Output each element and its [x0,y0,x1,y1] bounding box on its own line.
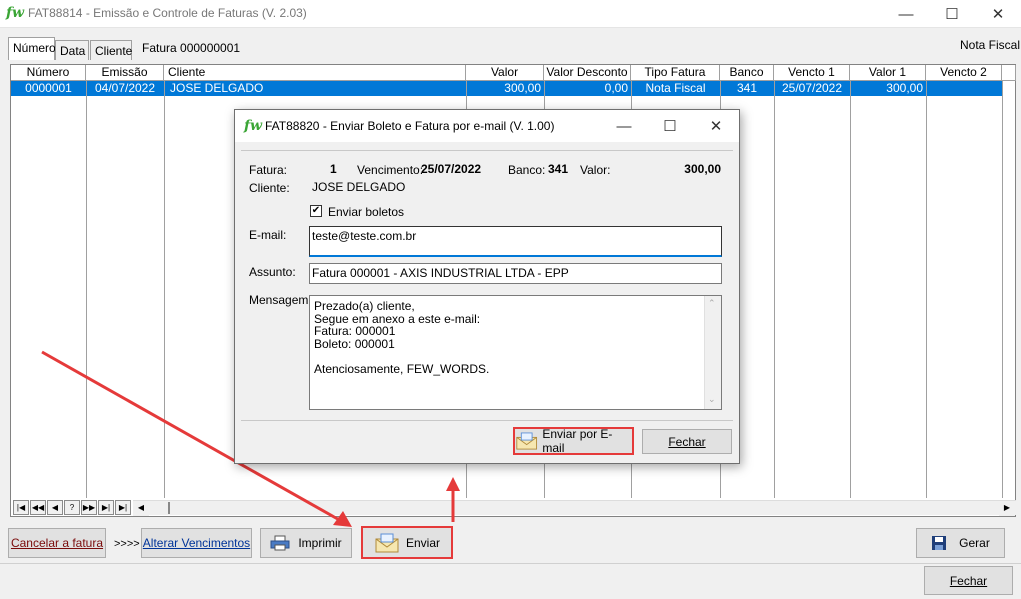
minimize-icon: — [616,117,632,135]
valor-label: Valor: [580,163,611,177]
dialog-title: FAT88820 - Enviar Boleto e Fatura por e-… [265,119,555,133]
dialog-divider [241,420,733,421]
dialog-close-button[interactable]: ✕ [693,112,739,140]
annotation-arrowhead [446,477,460,491]
close-icon: ✕ [709,118,723,135]
valor-value: 300,00 [684,162,721,176]
email-label: E-mail: [249,228,287,242]
dialog-fechar-button[interactable]: Fechar [642,429,732,454]
vencimento-label: Vencimento: [357,163,424,177]
dialog-fechar-label: Fechar [668,434,706,449]
enviar-boletos-label: Enviar boletos [328,205,405,219]
enviar-email-dialog: fw FAT88820 - Enviar Boleto e Fatura por… [234,109,740,464]
fatura-value: 1 [330,162,337,176]
mensagem-textarea[interactable]: Prezado(a) cliente, Segue em anexo a est… [309,295,722,410]
mensagem-label: Mensagem: [249,293,312,307]
enviar-por-email-label: Enviar por E-mail [542,427,613,455]
maximize-icon: ☐ [663,118,677,135]
banco-label: Banco: [508,163,546,177]
email-field[interactable]: teste@teste.com.br [309,226,722,257]
vencimento-value: 25/07/2022 [421,162,482,176]
scroll-up-icon[interactable]: ⌃ [708,298,716,309]
cliente-label: Cliente: [249,181,290,195]
fatura-label: Fatura: [249,163,288,177]
dialog-maximize-button[interactable]: ☐ [647,112,693,140]
mensagem-text: Prezado(a) cliente, Segue em anexo a est… [314,299,490,376]
enviar-boletos-checkbox[interactable]: ✔ [310,205,322,217]
assunto-label: Assunto: [249,265,296,279]
cliente-value: JOSE DELGADO [312,180,406,194]
enviar-por-email-button[interactable]: Enviar por E-mail [513,427,634,455]
assunto-field[interactable]: Fatura 000001 - AXIS INDUSTRIAL LTDA - E… [309,263,722,284]
envelope-icon [516,432,538,450]
mensagem-scrollbar[interactable]: ⌃ ⌄ [704,296,721,409]
dialog-title-bar: fw FAT88820 - Enviar Boleto e Fatura por… [235,110,739,142]
dialog-logo: fw [244,118,263,134]
scroll-down-icon[interactable]: ⌄ [708,394,716,405]
banco-value: 341 [548,162,569,176]
dialog-minimize-button[interactable]: — [601,112,647,140]
